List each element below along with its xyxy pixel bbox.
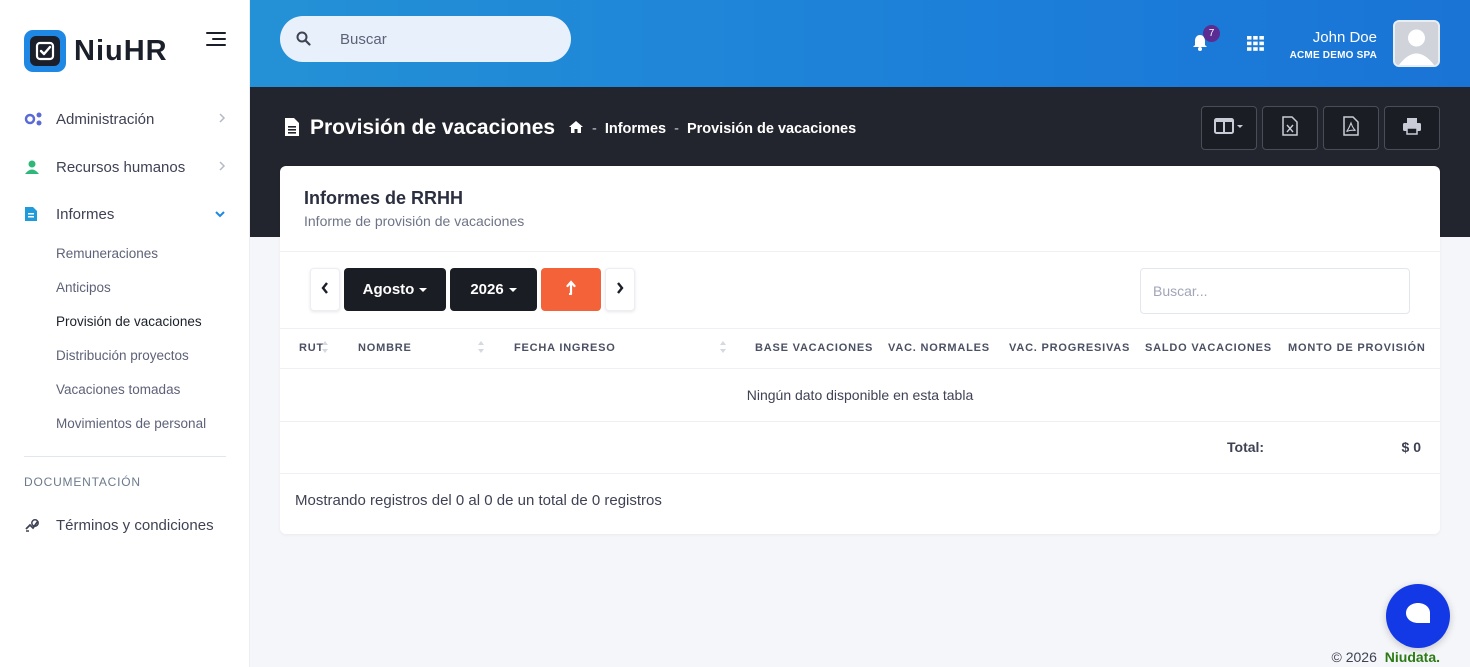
- sidebar-divider: [24, 456, 226, 457]
- sidebar-item-label: Informes: [56, 205, 115, 223]
- table-empty-message: Ningún dato disponible en esta tabla: [746, 387, 974, 403]
- column-header-monto-provision[interactable]: MONTO DE PROVISIÓN: [1288, 342, 1426, 354]
- print-button[interactable]: [1384, 106, 1440, 150]
- breadcrumb: - Informes - Provisión de vacaciones: [568, 120, 856, 138]
- breadcrumb-item-current: Provisión de vacaciones: [686, 121, 857, 137]
- table-header-top-border: [280, 328, 1440, 329]
- upload-button[interactable]: [541, 268, 601, 311]
- columns-toggle-button[interactable]: [1201, 106, 1257, 150]
- user-company: ACME DEMO SPA: [1289, 50, 1377, 61]
- global-search-input[interactable]: [340, 16, 560, 62]
- chat-bubble-icon: [1405, 602, 1431, 631]
- topbar: 7 John Doe ACME DEMO SPA: [250, 0, 1470, 87]
- chevron-right-icon: [615, 281, 625, 299]
- card-divider: [280, 251, 1440, 252]
- brand-logo-icon: [24, 30, 66, 72]
- chat-button[interactable]: [1386, 584, 1450, 648]
- sidebar-subitem-remuneraciones[interactable]: Remuneraciones: [56, 246, 158, 261]
- sidebar-subitem-distribucion-proyectos[interactable]: Distribución proyectos: [56, 348, 189, 363]
- footer: © 2026 Niudata.: [1332, 649, 1440, 665]
- user-name[interactable]: John Doe: [1313, 29, 1377, 46]
- apps-grid-icon[interactable]: [1247, 36, 1264, 56]
- chevron-down-icon: [214, 206, 226, 223]
- sidebar-subitem-movimientos-personal[interactable]: Movimientos de personal: [56, 416, 206, 431]
- table-footer-border: [280, 473, 1440, 474]
- next-period-button[interactable]: [605, 268, 635, 311]
- year-dropdown[interactable]: 2026: [450, 268, 537, 311]
- table-search-input[interactable]: [1140, 268, 1410, 314]
- global-search: [280, 16, 571, 62]
- footer-copyright: © 2026: [1331, 649, 1377, 665]
- search-icon: [296, 31, 311, 51]
- table-header-bottom-border: [280, 368, 1440, 369]
- card-title: Informes de RRHH: [304, 188, 464, 208]
- sidebar-item-label: Recursos humanos: [56, 158, 186, 176]
- table-info: Mostrando registros del 0 al 0 de un tot…: [295, 492, 662, 509]
- month-dropdown[interactable]: Agosto: [344, 268, 446, 311]
- sidebar-subitem-vacaciones-tomadas[interactable]: Vacaciones tomadas: [56, 382, 180, 397]
- table-row-border: [280, 421, 1440, 422]
- file-excel-icon: [1282, 115, 1298, 141]
- year-value: 2026: [470, 281, 504, 298]
- sidebar-item-recursos-humanos[interactable]: Recursos humanos: [24, 155, 234, 179]
- chevron-right-icon: [218, 111, 226, 128]
- chevron-right-icon: [218, 159, 226, 176]
- sidebar-item-label: Administración: [56, 110, 155, 128]
- sort-icon: [719, 339, 727, 360]
- sidebar-subitem-anticipos[interactable]: Anticipos: [56, 280, 111, 295]
- previous-period-button[interactable]: [310, 268, 340, 311]
- arrow-up-icon: [566, 279, 576, 300]
- column-header-saldo-vacaciones[interactable]: SALDO VACACIONES: [1145, 342, 1272, 354]
- total-value: $ 0: [1401, 439, 1421, 455]
- user-icon: [24, 159, 56, 175]
- menu-toggle-icon[interactable]: [206, 32, 226, 48]
- columns-icon: [1214, 117, 1244, 139]
- export-excel-button[interactable]: [1262, 106, 1318, 150]
- card-subtitle: Informe de provisión de vacaciones: [304, 213, 525, 229]
- chevron-left-icon: [320, 281, 330, 299]
- brand[interactable]: NiuHR: [24, 30, 168, 72]
- footer-brand-link[interactable]: Niudata.: [1385, 649, 1440, 665]
- page-title: Provisión de vacaciones: [310, 116, 556, 139]
- column-header-base-vacaciones[interactable]: BASE VACACIONES: [755, 342, 873, 354]
- file-pdf-icon: [1343, 115, 1359, 141]
- brand-name: NiuHR: [74, 34, 168, 67]
- file-icon: [24, 206, 56, 222]
- home-icon[interactable]: [568, 120, 584, 138]
- sort-icon: [477, 339, 485, 360]
- sidebar-section-title: DOCUMENTACIÓN: [24, 475, 141, 489]
- avatar[interactable]: [1393, 20, 1440, 67]
- column-header-vac-normales[interactable]: VAC. NORMALES: [888, 342, 990, 354]
- notification-badge: 7: [1203, 25, 1220, 42]
- sidebar: NiuHR Administración Recursos humanos In…: [0, 0, 250, 667]
- handshake-icon: [24, 517, 56, 533]
- sidebar-subitem-provision-vacaciones[interactable]: Provisión de vacaciones: [56, 314, 202, 329]
- breadcrumb-item-informes[interactable]: Informes: [605, 121, 666, 137]
- month-value: Agosto: [362, 281, 415, 298]
- column-header-vac-progresivas[interactable]: VAC. PROGRESIVAS: [1009, 342, 1130, 354]
- report-card: Informes de RRHH Informe de provisión de…: [280, 166, 1440, 534]
- gears-icon: [24, 111, 56, 127]
- print-icon: [1402, 117, 1422, 140]
- sidebar-item-label: Términos y condiciones: [56, 516, 214, 534]
- sort-icon: [321, 339, 329, 360]
- sidebar-item-terminos[interactable]: Términos y condiciones: [24, 513, 234, 537]
- file-text-icon: [284, 117, 300, 142]
- column-header-nombre[interactable]: NOMBRE: [358, 342, 412, 354]
- caret-down-icon: [419, 287, 428, 292]
- sidebar-item-informes[interactable]: Informes: [24, 202, 234, 226]
- total-label: Total:: [1227, 439, 1265, 455]
- column-header-fecha-ingreso[interactable]: FECHA INGRESO: [514, 342, 616, 354]
- caret-down-icon: [508, 287, 517, 292]
- sidebar-item-administracion[interactable]: Administración: [24, 107, 234, 131]
- export-pdf-button[interactable]: [1323, 106, 1379, 150]
